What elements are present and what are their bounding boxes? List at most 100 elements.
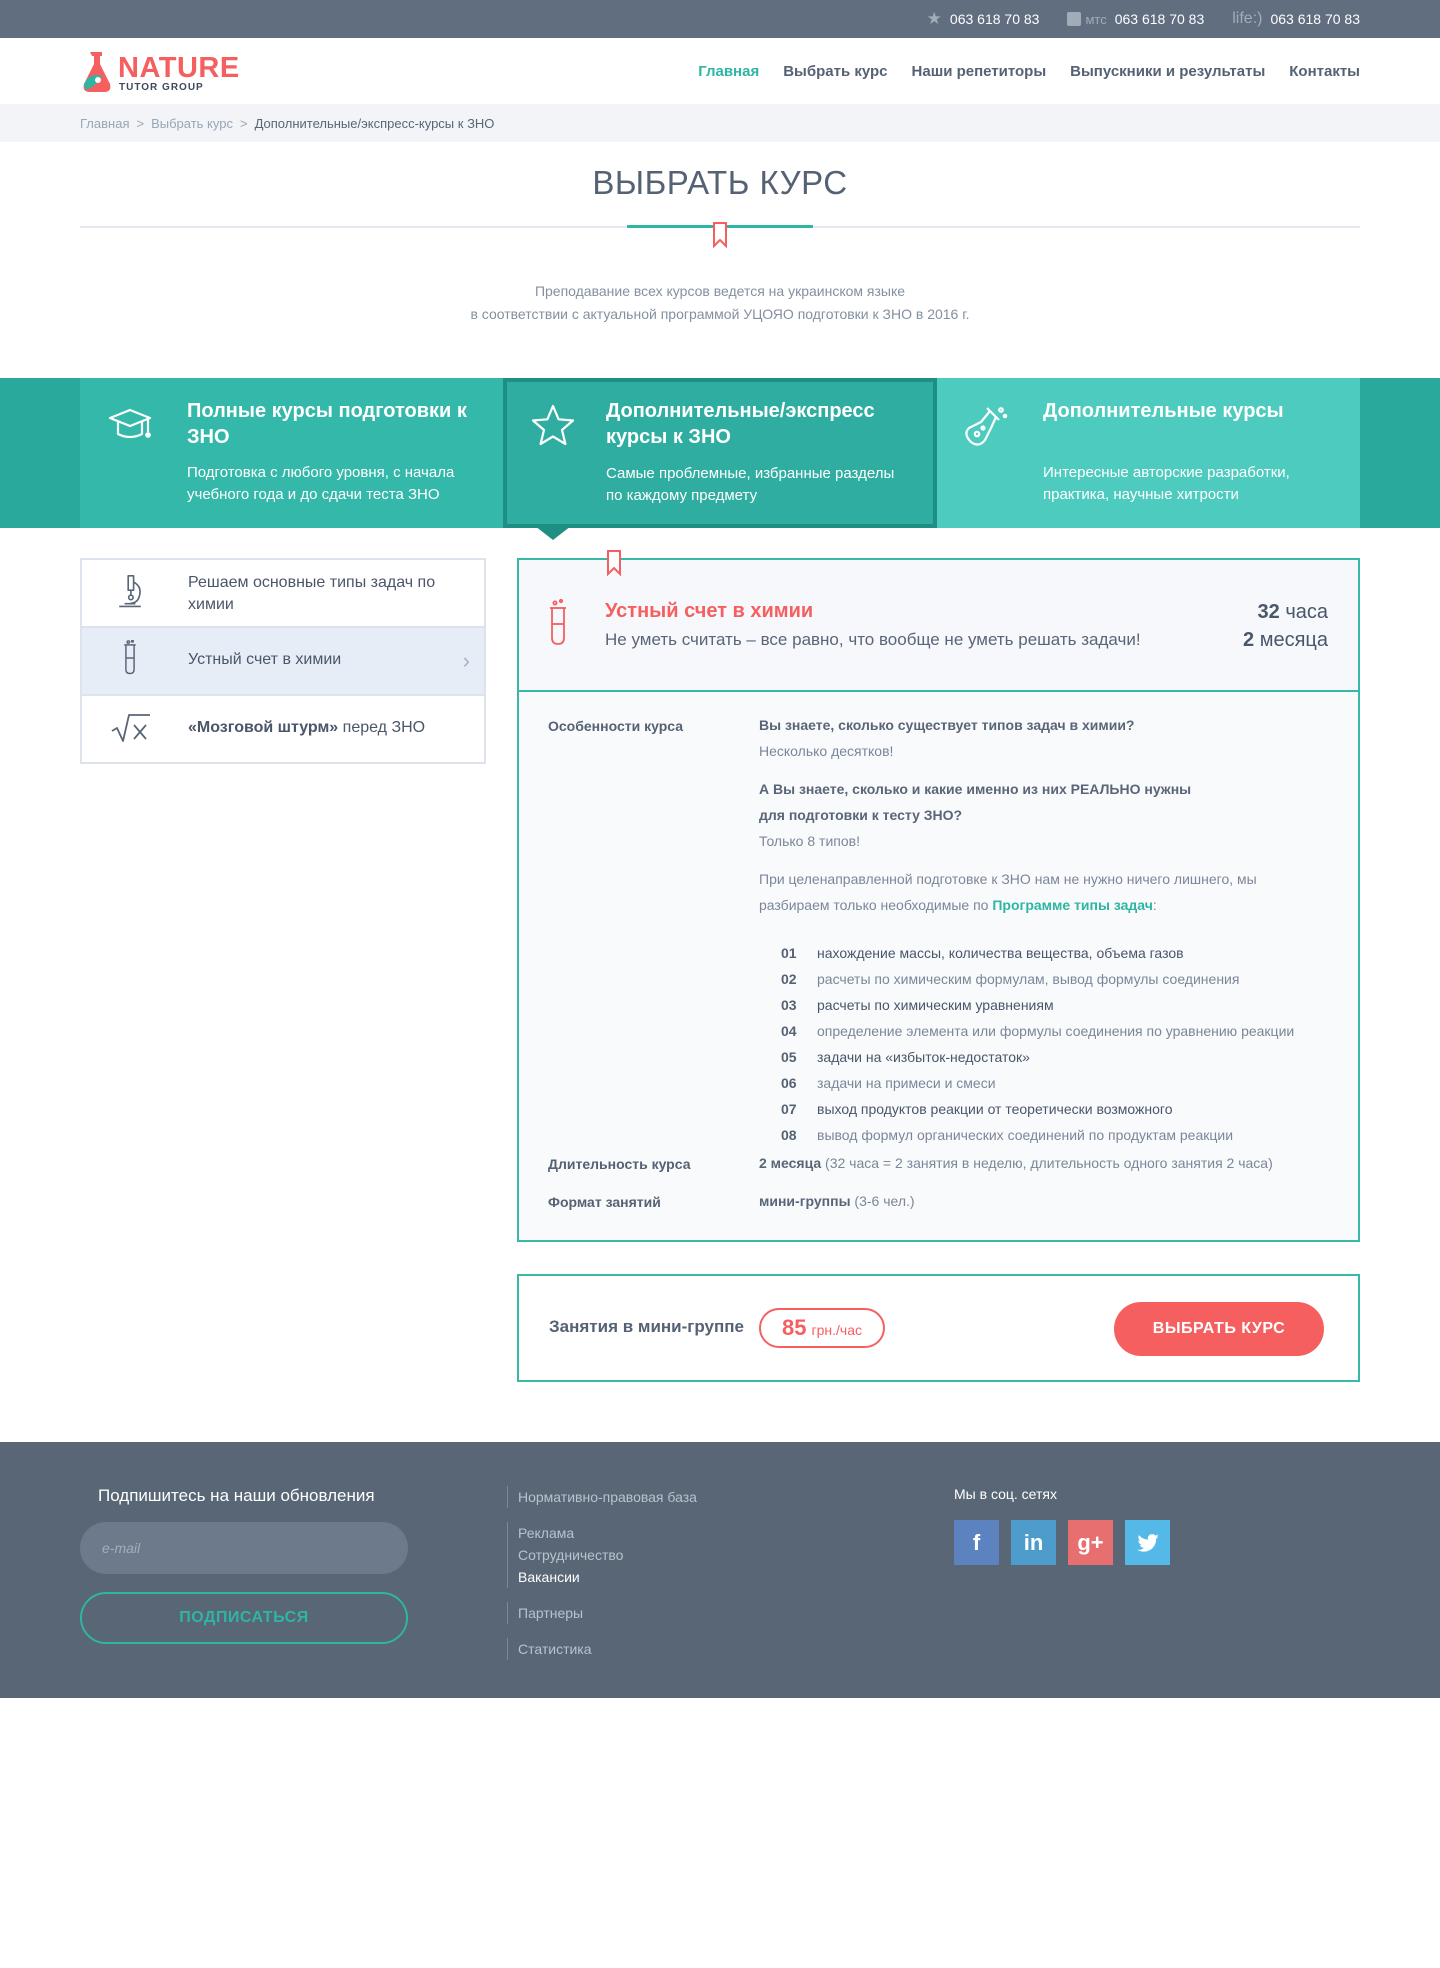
- task-text: задачи на «избыток-недостаток»: [817, 1049, 1030, 1065]
- features-question: Вы знаете, сколько существует типов зада…: [759, 717, 1135, 733]
- twitter-icon[interactable]: [1125, 1520, 1170, 1565]
- price-unit: грн./час: [811, 1322, 862, 1338]
- task-number: 06: [781, 1075, 797, 1091]
- graduation-cap-icon: [108, 408, 152, 439]
- price-label: Занятия в мини-группе: [549, 1317, 744, 1336]
- course-hours-number: 32: [1257, 601, 1280, 623]
- task-text: задачи на примеси и смеси: [817, 1075, 996, 1091]
- subscribe-button[interactable]: ПОДПИСАТЬСЯ: [80, 1592, 408, 1644]
- task-number: 02: [781, 971, 797, 987]
- tab-title: Дополнительные курсы: [1043, 400, 1284, 422]
- breadcrumb-bar: Главная > Выбрать курс > Дополнительные/…: [0, 104, 1440, 142]
- task-number: 05: [781, 1049, 797, 1065]
- list-item[interactable]: Решаем основные типы задач по химии: [82, 560, 484, 628]
- bookmark-icon: [607, 550, 621, 576]
- intro-line: в соответствии с актуальной программой У…: [470, 306, 970, 322]
- task-item: 06 задачи на примеси и смеси: [781, 1070, 1341, 1096]
- breadcrumb-separator: >: [136, 115, 145, 131]
- breadcrumb-current: Дополнительные/экспресс-курсы к ЗНО: [254, 115, 495, 131]
- list-item[interactable]: «Мозговой штурм» перед ЗНО: [82, 696, 484, 762]
- tab-additional-courses[interactable]: Дополнительные курсы Интересные авторски…: [937, 378, 1360, 528]
- features-question: А Вы знаете, сколько и какие именно из н…: [759, 781, 1192, 797]
- task-text: нахождение массы, количества вещества, о…: [817, 945, 1184, 961]
- format-label: Формат занятий: [548, 1194, 661, 1210]
- footer-link[interactable]: Статистика: [518, 1638, 807, 1660]
- tab-express-courses[interactable]: Дополнительные/экспресс курсы к ЗНО Самы…: [503, 378, 937, 528]
- task-text: выход продуктов реакции от теоретически …: [817, 1101, 1173, 1117]
- format-value: мини-группы: [759, 1193, 851, 1209]
- page-title: ВЫБРАТЬ КУРС: [592, 164, 848, 201]
- choose-course-button[interactable]: ВЫБРАТЬ КУРС: [1114, 1302, 1324, 1356]
- phone-number: 063 618 70 83: [1270, 11, 1360, 27]
- breadcrumb-home[interactable]: Главная: [80, 116, 129, 131]
- social-title: Мы в соц. сетях: [954, 1486, 1057, 1502]
- task-text: расчеты по химическим уравнениям: [817, 997, 1054, 1013]
- breadcrumb-separator: >: [239, 115, 248, 131]
- course-stats: 32 часа 2 месяца: [1243, 598, 1328, 654]
- square-root-icon: [111, 714, 150, 742]
- nav-item-contacts[interactable]: Контакты: [1289, 63, 1360, 80]
- task-text: вывод формул органических соединений по …: [817, 1127, 1234, 1143]
- task-text: расчеты по химическим формулам, вывод фо…: [817, 971, 1240, 987]
- footer-link[interactable]: Нормативно-правовая база: [518, 1486, 807, 1508]
- format-text: мини-группы (3-6 чел.): [759, 1188, 1339, 1214]
- course-side-list: Решаем основные типы задач по химии Устн…: [80, 558, 486, 764]
- site-header: NATURE TUTOR GROUP Главная Выбрать курс …: [0, 38, 1440, 104]
- phone-life[interactable]: life:) 063 618 70 83: [1232, 10, 1360, 28]
- features-paragraph: При целенаправленной подготовке к ЗНО на…: [759, 871, 1257, 887]
- task-item: 02 расчеты по химическим формулам, вывод …: [781, 966, 1341, 992]
- features-label: Особенности курса: [548, 718, 683, 734]
- phone-number: 063 618 70 83: [1114, 11, 1205, 27]
- list-item[interactable]: Устный счет в химии ›: [82, 628, 484, 696]
- nav-item-graduates[interactable]: Выпускники и результаты: [1070, 63, 1265, 80]
- test-tube-icon: [124, 640, 136, 675]
- footer-link-group: Реклама Сотрудничество Вакансии: [507, 1522, 807, 1588]
- star-icon: [531, 404, 575, 446]
- google-plus-icon[interactable]: g+: [1068, 1520, 1113, 1565]
- course-card-body: Особенности курса Вы знаете, сколько сущ…: [519, 692, 1358, 1240]
- social-links: f in g+: [954, 1520, 1170, 1565]
- logo[interactable]: NATURE TUTOR GROUP: [80, 46, 250, 98]
- footer-link-group: Нормативно-правовая база: [507, 1486, 807, 1508]
- duration-label: Длительность курса: [548, 1156, 691, 1172]
- task-text: определение элемента или формулы соедине…: [817, 1023, 1295, 1039]
- features-paragraph: разбираем только необходимые по Программ…: [759, 897, 1157, 913]
- course-hours-unit: часа: [1285, 601, 1328, 623]
- nav-item-tutors[interactable]: Наши репетиторы: [912, 63, 1047, 80]
- life-icon: life:): [1232, 10, 1263, 27]
- phone-number: 063 618 70 83: [949, 11, 1040, 27]
- program-link[interactable]: Программе типы задач: [992, 897, 1153, 913]
- phone-mts[interactable]: мтс 063 618 70 83: [1067, 11, 1204, 27]
- email-field[interactable]: [80, 1522, 408, 1574]
- logo-subtitle: TUTOR GROUP: [119, 82, 204, 93]
- linkedin-icon[interactable]: in: [1011, 1520, 1056, 1565]
- features-answer: Несколько десятков!: [759, 743, 894, 759]
- features-answer: Только 8 типов!: [759, 833, 860, 849]
- footer-link[interactable]: Реклама: [518, 1522, 807, 1544]
- task-number: 04: [781, 1023, 797, 1039]
- breadcrumb: Главная > Выбрать курс > Дополнительные/…: [80, 104, 494, 142]
- logo-name: NATURE: [118, 52, 240, 84]
- footer-link[interactable]: Партнеры: [518, 1602, 807, 1624]
- features-text: Вы знаете, сколько существует типов зада…: [759, 712, 1339, 764]
- tab-description: Подготовка с любого уровня, с начала уче…: [187, 464, 455, 503]
- facebook-icon[interactable]: f: [954, 1520, 999, 1565]
- task-number: 03: [781, 997, 797, 1013]
- breadcrumb-choose-course[interactable]: Выбрать курс: [151, 116, 233, 131]
- phone-kyivstar[interactable]: ★ 063 618 70 83: [927, 9, 1040, 29]
- task-number: 08: [781, 1127, 797, 1143]
- course-card-header: Устный счет в химии Не уметь считать – в…: [519, 560, 1358, 692]
- nav-item-home[interactable]: Главная: [698, 63, 759, 80]
- tab-title: Полные курсы подготовки к ЗНО: [187, 400, 467, 448]
- nav-item-choose-course[interactable]: Выбрать курс: [783, 63, 887, 80]
- footer-link[interactable]: Сотрудничество: [518, 1544, 807, 1566]
- footer-link-active[interactable]: Вакансии: [518, 1566, 807, 1588]
- tab-full-courses[interactable]: Полные курсы подготовки к ЗНО Подготовка…: [80, 378, 503, 528]
- course-months-number: 2: [1243, 629, 1255, 651]
- features-text: При целенаправленной подготовке к ЗНО на…: [759, 866, 1339, 918]
- footer-links: Нормативно-правовая база Реклама Сотрудн…: [507, 1486, 807, 1674]
- course-months-unit: месяца: [1259, 629, 1328, 651]
- intro-text: Преподавание всех курсов ведется на укра…: [0, 280, 1440, 326]
- features-text: А Вы знаете, сколько и какие именно из н…: [759, 776, 1339, 854]
- tab-title: Дополнительные/экспресс курсы к ЗНО: [606, 400, 875, 448]
